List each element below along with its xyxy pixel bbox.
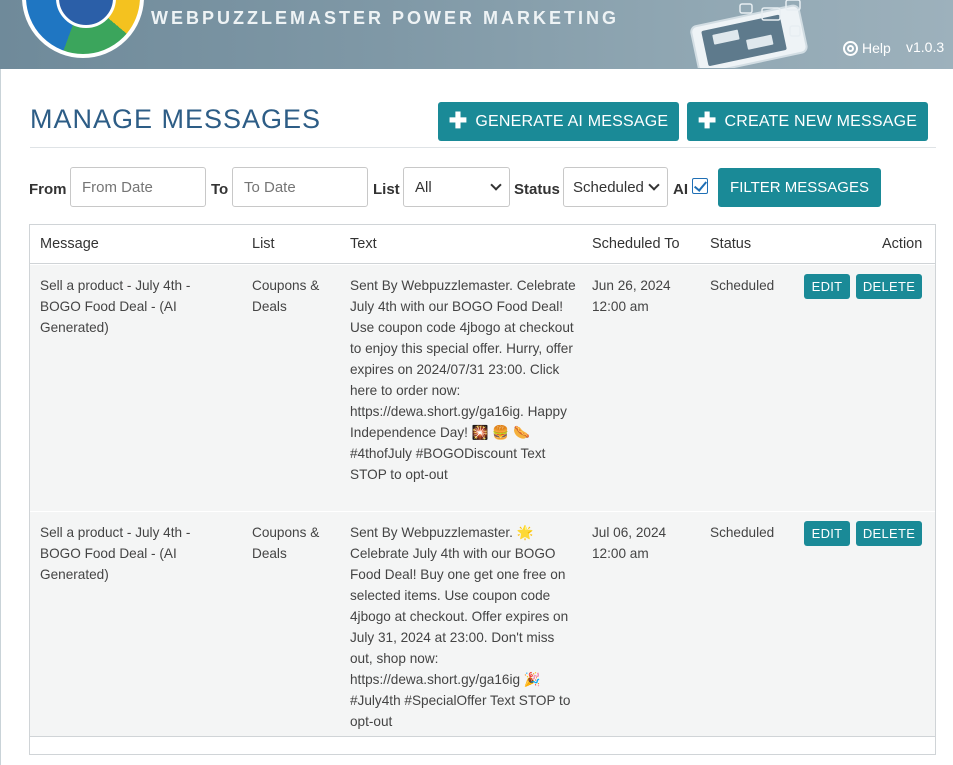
phone-messages-illustration — [690, 0, 808, 68]
column-header-status: Status — [710, 236, 752, 252]
column-header-message: Message — [40, 236, 99, 252]
ai-checkbox[interactable] — [692, 178, 708, 194]
to-date-input[interactable] — [232, 167, 368, 207]
scheduled-cell: Jul 06, 2024 12:00 am — [592, 525, 667, 561]
table-bottom-divider — [30, 736, 935, 737]
to-label: To — [211, 181, 229, 198]
from-label: From — [29, 181, 67, 198]
column-header-list: List — [252, 236, 275, 252]
list-select-value: All — [415, 178, 432, 196]
brand-tagline: WEBPUZZLEMASTER POWER MARKETING — [151, 8, 619, 28]
column-header-scheduled: Scheduled To — [592, 236, 680, 252]
delete-button[interactable]: DELETE — [856, 521, 922, 546]
delete-button[interactable]: DELETE — [856, 274, 922, 299]
help-link[interactable]: Help — [843, 38, 891, 58]
edit-button[interactable]: EDIT — [804, 274, 850, 299]
text-cell: Sent By Webpuzzlemaster. 🌟 Celebrate Jul… — [350, 525, 571, 729]
header-banner: WEBPUZZLEMASTER POWER MARKETING Help v1.… — [0, 0, 953, 69]
from-date-input[interactable] — [70, 167, 206, 207]
list-cell: Coupons & Deals — [252, 525, 320, 561]
help-label: Help — [862, 40, 891, 56]
table-row: Sell a product - July 4th - BOGO Food De… — [30, 265, 935, 511]
column-header-action: Action — [882, 236, 923, 252]
message-cell: Sell a product - July 4th - BOGO Food De… — [40, 525, 191, 582]
generate-ai-message-button[interactable]: ✚ GENERATE AI MESSAGE — [438, 102, 679, 141]
status-select-value: Scheduled — [573, 178, 644, 196]
message-cell: Sell a product - July 4th - BOGO Food De… — [40, 278, 191, 335]
title-divider — [30, 147, 936, 148]
chevron-down-icon — [490, 179, 502, 191]
text-cell: Sent By Webpuzzlemaster. Celebrate July … — [350, 278, 576, 482]
plus-icon: ✚ — [697, 107, 717, 133]
page-title: MANAGE MESSAGES — [30, 104, 322, 134]
help-lifebuoy-icon — [843, 40, 858, 56]
list-label: List — [373, 181, 400, 198]
scheduled-cell: Jun 26, 2024 12:00 am — [592, 278, 671, 314]
chevron-down-icon — [648, 179, 660, 191]
brand-logo — [22, 0, 144, 58]
column-header-text: Text — [350, 236, 377, 252]
create-new-message-label: CREATE NEW MESSAGE — [724, 112, 918, 130]
plus-icon: ✚ — [448, 107, 468, 133]
table-header: Message List Text Scheduled To Status Ac… — [30, 225, 935, 264]
version-label: v1.0.3 — [906, 39, 945, 55]
status-select[interactable]: Scheduled — [563, 167, 668, 207]
ai-label: AI — [673, 181, 688, 198]
status-cell: Scheduled — [710, 278, 775, 293]
generate-ai-message-label: GENERATE AI MESSAGE — [475, 112, 669, 130]
status-cell: Scheduled — [710, 525, 775, 540]
status-label: Status — [514, 181, 560, 198]
table-row: Sell a product - July 4th - BOGO Food De… — [30, 512, 935, 737]
list-select[interactable]: All — [403, 167, 510, 207]
filter-messages-button[interactable]: FILTER MESSAGES — [718, 168, 881, 207]
edit-button[interactable]: EDIT — [804, 521, 850, 546]
create-new-message-button[interactable]: ✚ CREATE NEW MESSAGE — [687, 102, 928, 141]
messages-table: Message List Text Scheduled To Status Ac… — [29, 224, 936, 755]
list-cell: Coupons & Deals — [252, 278, 320, 314]
